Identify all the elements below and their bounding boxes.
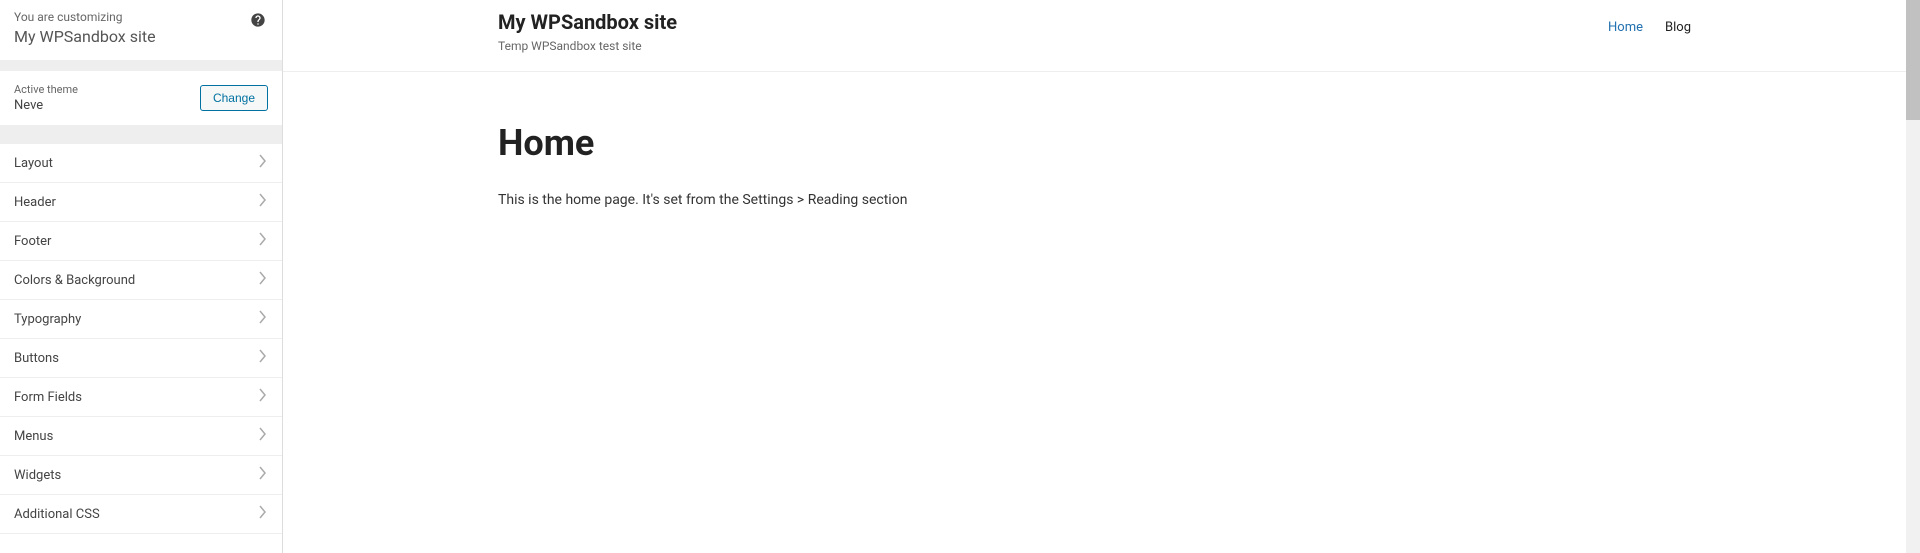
help-icon[interactable] [250,12,266,28]
menu-item-label: Buttons [14,351,59,366]
page-body-text: This is the home page. It's set from the… [498,192,1691,208]
divider [0,61,282,71]
preview-inner: My WPSandbox site Temp WPSandbox test si… [283,0,1920,258]
menu-item-label: Typography [14,312,81,327]
menu-item-label: Colors & Background [14,273,135,288]
site-branding: My WPSandbox site Temp WPSandbox test si… [498,10,677,53]
active-theme-section: Active theme Neve Change [0,71,282,126]
menu-item-label: Widgets [14,468,61,483]
chevron-right-icon [258,466,268,484]
menu-item-layout[interactable]: Layout [0,144,282,183]
customizing-site-name: My WPSandbox site [14,27,268,46]
scrollbar[interactable] [1906,0,1920,553]
customizing-label: You are customizing [14,10,268,24]
chevron-right-icon [258,193,268,211]
chevron-right-icon [258,310,268,328]
menu-item-header[interactable]: Header [0,183,282,222]
active-theme-label: Active theme [14,83,78,96]
change-theme-button[interactable]: Change [200,85,268,111]
menu-item-form-fields[interactable]: Form Fields [0,378,282,417]
menu-item-typography[interactable]: Typography [0,300,282,339]
theme-info: Active theme Neve [14,83,78,113]
menu-item-additional-css[interactable]: Additional CSS [0,495,282,534]
menu-item-label: Footer [14,234,51,249]
site-tagline: Temp WPSandbox test site [498,39,677,53]
menu-item-widgets[interactable]: Widgets [0,456,282,495]
page-content: Home This is the home page. It's set fro… [283,72,1906,258]
chevron-right-icon [258,427,268,445]
chevron-right-icon [258,349,268,367]
scrollbar-thumb[interactable] [1906,0,1920,120]
menu-item-label: Layout [14,156,53,171]
active-theme-name: Neve [14,98,78,113]
site-header: My WPSandbox site Temp WPSandbox test si… [283,0,1906,72]
menu-item-menus[interactable]: Menus [0,417,282,456]
customizer-sidebar: You are customizing My WPSandbox site Ac… [0,0,283,553]
menu-item-label: Menus [14,429,53,444]
site-title[interactable]: My WPSandbox site [498,10,677,34]
menu-item-label: Additional CSS [14,507,100,522]
menu-item-label: Header [14,195,56,210]
menu-item-footer[interactable]: Footer [0,222,282,261]
divider [0,126,282,144]
menu-item-colors-background[interactable]: Colors & Background [0,261,282,300]
menu-item-label: Form Fields [14,390,82,405]
menu-item-buttons[interactable]: Buttons [0,339,282,378]
nav-link-blog[interactable]: Blog [1665,20,1691,35]
page-title: Home [498,122,1691,164]
preview-pane: My WPSandbox site Temp WPSandbox test si… [283,0,1920,553]
customizer-menu-list: Layout Header Footer Colors & Background… [0,144,282,534]
chevron-right-icon [258,271,268,289]
customizing-header: You are customizing My WPSandbox site [0,0,282,61]
primary-nav: Home Blog [1608,10,1691,35]
chevron-right-icon [258,388,268,406]
chevron-right-icon [258,505,268,523]
nav-link-home[interactable]: Home [1608,20,1643,35]
chevron-right-icon [258,232,268,250]
chevron-right-icon [258,154,268,172]
